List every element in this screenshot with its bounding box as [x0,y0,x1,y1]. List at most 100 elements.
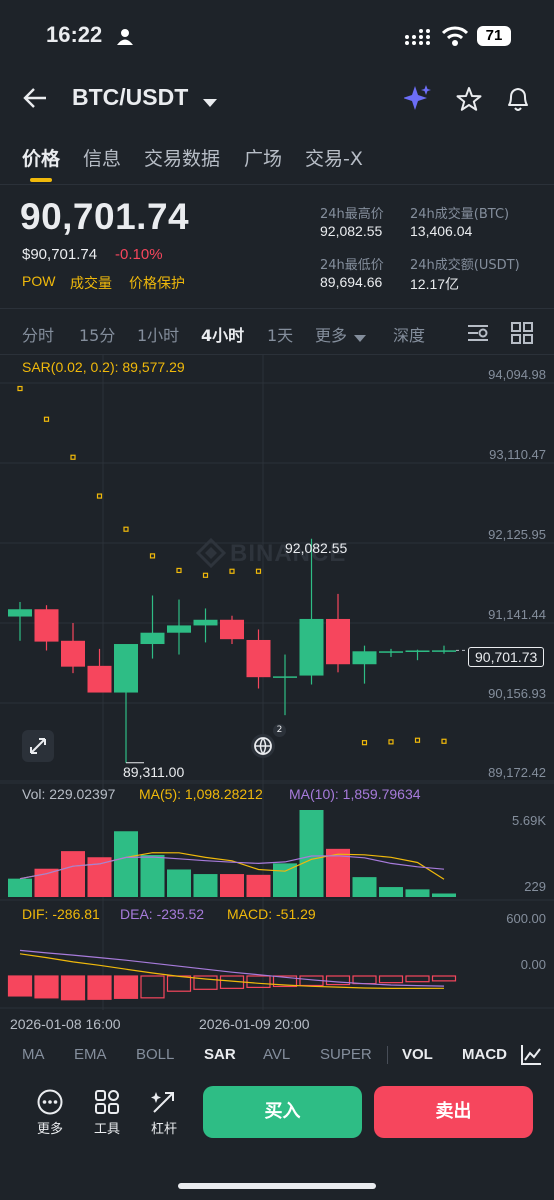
interval-more[interactable]: 更多 [315,322,347,346]
vol-ma5-label: MA(5): 1,098.28212 [139,786,263,802]
tag-pow[interactable]: POW [22,273,55,289]
volume-bar [8,878,32,897]
stat-high-label: 24h最高价 [320,207,384,222]
interval-1h[interactable]: 1小时 [137,322,179,346]
indicator-chart-icon[interactable] [520,1044,542,1070]
y-label-1: 94,094.98 [488,367,546,382]
stat-low-value: 89,694.66 [320,274,383,290]
leverage-label[interactable]: 杠杆 [139,1118,189,1137]
more-icon[interactable] [37,1089,63,1119]
indicator-super[interactable]: SUPER [320,1046,372,1063]
usd-price: $90,701.74 [22,246,98,263]
stat-vol-usdt-label: 24h成交额(USDT) [410,258,520,273]
candle-body [8,609,32,617]
sell-button[interactable]: 卖出 [374,1086,533,1138]
globe-icon[interactable] [248,731,278,765]
tab-info[interactable]: 信息 [83,144,121,171]
candle-body [405,650,430,652]
y-label-4: 91,141.44 [488,607,546,622]
sar-dot [123,526,129,532]
volume-bar [352,877,377,897]
back-arrow-icon[interactable] [22,86,48,114]
candle-body [299,618,324,676]
indicator-ma[interactable]: MA [22,1046,45,1063]
sar-dot [43,416,50,422]
volume-bar [379,887,403,897]
macd-y-top: 600.00 [506,911,546,926]
pair-title[interactable]: BTC/USDT [72,84,188,111]
ai-sparkle-icon[interactable] [403,84,432,116]
candle-body [432,650,456,652]
tabs-divider [0,184,554,185]
volume-bar [193,874,218,897]
candle-body [114,644,138,693]
indicator-boll[interactable]: BOLL [136,1046,174,1063]
indicator-avl[interactable]: AVL [263,1046,290,1063]
buy-button[interactable]: 买入 [203,1086,362,1138]
tools-icon[interactable] [94,1089,120,1119]
more-label[interactable]: 更多 [25,1118,75,1137]
volume-bar [273,863,297,897]
chart-settings-icon[interactable] [466,322,490,348]
more-caret-icon[interactable] [354,328,366,347]
vol-y-bottom: 229 [524,879,546,894]
macd-bar [34,975,59,999]
interval-1d[interactable]: 1天 [267,322,293,346]
leverage-icon[interactable] [151,1089,177,1119]
volume-bar [34,868,59,897]
indicator-divider [387,1046,388,1064]
star-icon[interactable] [456,86,482,116]
tab-trading-x[interactable]: 交易-X [305,144,363,171]
volume-bar [405,889,430,897]
low-marker: 89,311.00 [123,764,185,780]
indicator-vol[interactable]: VOL [402,1046,433,1063]
tab-trading-data[interactable]: 交易数据 [144,144,220,171]
sar-dot [388,739,394,745]
macd-bar [325,975,351,986]
macd-dif-label: DIF: -286.81 [22,906,100,922]
macd-bar [87,975,112,1000]
interval-line[interactable]: 分时 [22,322,54,346]
interval-15m[interactable]: 15分 [79,322,115,346]
sar-dot [202,572,209,578]
interval-divider-top [0,308,554,309]
candle-body [326,618,350,665]
tools-label[interactable]: 工具 [82,1118,132,1137]
tag-price-protection[interactable]: 价格保护 [129,273,185,293]
last-price: 90,701.74 [20,196,190,237]
time-label-2: 2026-01-09 20:00 [199,1016,310,1032]
sar-dot [361,740,368,746]
bell-icon[interactable] [505,85,531,117]
macd-bar [352,975,377,985]
indicator-ema[interactable]: EMA [74,1046,107,1063]
sar-dot [229,568,235,574]
volume-bar [140,854,165,897]
stat-vol-btc-label: 24h成交量(BTC) [410,207,510,222]
tag-volume[interactable]: 成交量 [70,273,112,293]
time-label-1: 2026-01-08 16:00 [10,1016,121,1032]
interval-4h[interactable]: 4小时 [201,322,244,346]
candle-body [34,609,59,642]
macd-bar [60,975,86,1001]
volume-bar [432,893,456,897]
indicator-sar[interactable]: SAR [204,1046,236,1063]
sar-dot [96,493,103,499]
volume-bar [61,851,85,897]
interval-depth[interactable]: 深度 [393,322,431,346]
cellular-signal-icon [404,28,434,50]
stat-low-label: 24h最低价 [320,258,384,273]
vol-y-top: 5.69K [512,813,546,828]
sar-dot [17,385,23,392]
kline-chart[interactable] [0,355,554,1035]
tab-square[interactable]: 广场 [244,144,282,171]
caret-down-icon[interactable] [203,94,217,113]
indicator-macd[interactable]: MACD [462,1046,508,1063]
tab-price[interactable]: 价格 [22,144,60,171]
candle-body [352,651,377,665]
volume-bar [299,810,324,897]
grid-layout-icon[interactable] [511,322,533,348]
volume-bar [114,831,138,897]
expand-icon[interactable] [22,730,54,762]
home-indicator [178,1183,376,1189]
macd-dea-label: DEA: -235.52 [120,906,205,922]
